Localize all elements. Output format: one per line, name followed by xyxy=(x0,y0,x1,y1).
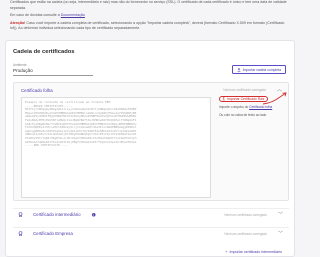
paste-hint: Ou cole no caixa de texto ao lado xyxy=(219,113,267,117)
warning-text: Caso você importe a cadeia completa de c… xyxy=(10,20,285,31)
chevron-down-icon[interactable]: ﹀ xyxy=(278,211,283,218)
warning-label: Atenção! xyxy=(10,20,26,25)
intermediate-certificate-title: Certificado intermediário xyxy=(33,212,81,217)
import-full-chain-label: Importar cadeia completa xyxy=(242,67,281,72)
intermediate-certificate-row[interactable]: Certificado intermediário Nenhum certifi… xyxy=(13,208,289,220)
plus-icon: + xyxy=(225,250,228,254)
leaf-certificate-link[interactable]: Certificado folha xyxy=(249,105,272,109)
upload-icon xyxy=(222,97,225,101)
import-intermediate-label: Importar certificado intermediário xyxy=(229,250,282,254)
company-certificate-title: Certificado Empresa xyxy=(33,231,73,236)
certificate-chain-card: Cadeia de certificados Ambiente Produção… xyxy=(5,40,295,257)
chevron-down-icon[interactable]: ﹀ xyxy=(278,230,283,237)
intro-line-1: Certificados que estão na cadeia (ou sej… xyxy=(10,0,287,10)
certificate-icon xyxy=(18,212,23,217)
intro-line-2: Em caso de dúvidas consulte a Documentaç… xyxy=(10,13,85,18)
company-certificate-status: Nenhum certificado carregado xyxy=(224,231,267,236)
upload-icon xyxy=(237,67,241,72)
import-root-certificate-button[interactable]: Importar Certificado Raiz xyxy=(219,96,268,102)
red-annotation-arrow xyxy=(262,92,287,105)
card-title: Cadeia de certificados xyxy=(13,49,75,55)
import-root-certificate-label: Importar Certificado Raiz xyxy=(227,97,265,101)
import-file-hint: Importe o arquivo do Certificado folha xyxy=(219,105,273,109)
environment-select[interactable]: Ambiente Produção xyxy=(13,63,93,76)
intermediate-certificate-status: Nenhum certificado carregado xyxy=(224,212,267,217)
leaf-certificate-title: Certificado folha xyxy=(21,88,53,93)
certificate-icon xyxy=(18,231,23,236)
environment-select-value: Produção xyxy=(13,68,33,73)
info-icon[interactable] xyxy=(92,213,96,217)
company-certificate-row[interactable]: Certificado Empresa Nenhum certificado c… xyxy=(13,227,289,239)
documentation-link[interactable]: Documentação xyxy=(61,13,85,17)
import-intermediate-button[interactable]: + Importar certificado intermediário xyxy=(225,250,282,254)
environment-select-label: Ambiente xyxy=(13,63,27,67)
warning-paragraph: Atenção! Caso você importe a cadeia comp… xyxy=(10,21,292,32)
leaf-certificate-panel: Certificado folha Nenhum certificado car… xyxy=(13,82,289,201)
leaf-certificate-status: Nenhum certificado carregado xyxy=(223,88,266,92)
pem-textarea[interactable]: Exemplo de conteúdo de certificado em fo… xyxy=(21,97,211,198)
intro-text: Certificados que estão na cadeia (ou sej… xyxy=(10,0,292,34)
select-underline xyxy=(13,74,93,76)
import-full-chain-button[interactable]: Importar cadeia completa xyxy=(231,65,286,74)
